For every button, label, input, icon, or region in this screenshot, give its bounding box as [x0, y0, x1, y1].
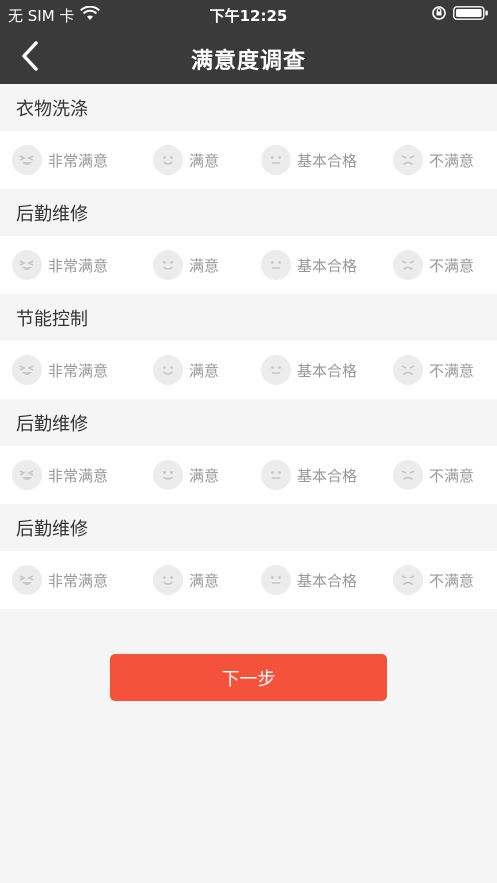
option-label: 基本合格: [297, 361, 358, 380]
option-basically-qualified[interactable]: 基本合格: [261, 551, 357, 609]
option-unsatisfied[interactable]: 不满意: [393, 551, 474, 609]
option-label: 满意: [189, 151, 220, 170]
option-label: 满意: [189, 571, 220, 590]
option-very-satisfied[interactable]: 非常满意: [12, 341, 108, 399]
survey-section: 后勤维修 非常满意 满意 基本合格 不满意: [0, 399, 497, 504]
option-unsatisfied[interactable]: 不满意: [393, 341, 474, 399]
smile-face-icon: [153, 355, 183, 385]
option-basically-qualified[interactable]: 基本合格: [261, 341, 357, 399]
rating-options-row: 非常满意 满意 基本合格 不满意: [0, 131, 497, 189]
nav-bar: 满意度调查: [0, 28, 497, 84]
option-label: 满意: [189, 466, 220, 485]
very-satisfied-face-icon: [12, 460, 42, 490]
section-title: 后勤维修: [0, 399, 497, 446]
option-very-satisfied[interactable]: 非常满意: [12, 551, 108, 609]
unhappy-face-icon: [393, 565, 423, 595]
option-label: 基本合格: [297, 571, 358, 590]
survey-section: 后勤维修 非常满意 满意 基本合格 不满意: [0, 504, 497, 609]
smile-face-icon: [153, 565, 183, 595]
smile-face-icon: [153, 250, 183, 280]
option-label: 不满意: [429, 151, 475, 170]
rating-options-row: 非常满意 满意 基本合格 不满意: [0, 446, 497, 504]
smile-face-icon: [153, 145, 183, 175]
battery-icon: [453, 5, 489, 25]
option-label: 非常满意: [48, 361, 109, 380]
neutral-face-icon: [261, 565, 291, 595]
status-bar: 无 SIM 卡 下午12:25: [0, 0, 497, 28]
option-label: 非常满意: [48, 256, 109, 275]
very-satisfied-face-icon: [12, 145, 42, 175]
option-satisfied[interactable]: 满意: [153, 236, 219, 294]
section-title: 后勤维修: [0, 189, 497, 236]
neutral-face-icon: [261, 145, 291, 175]
option-label: 基本合格: [297, 466, 358, 485]
option-label: 非常满意: [48, 571, 109, 590]
option-label: 非常满意: [48, 151, 109, 170]
option-basically-qualified[interactable]: 基本合格: [261, 131, 357, 189]
rotation-lock-icon: [431, 5, 447, 25]
option-satisfied[interactable]: 满意: [153, 446, 219, 504]
option-label: 不满意: [429, 571, 475, 590]
option-label: 不满意: [429, 361, 475, 380]
option-unsatisfied[interactable]: 不满意: [393, 446, 474, 504]
option-satisfied[interactable]: 满意: [153, 341, 219, 399]
section-title: 衣物洗涤: [0, 84, 497, 131]
option-label: 不满意: [429, 466, 475, 485]
option-satisfied[interactable]: 满意: [153, 131, 219, 189]
neutral-face-icon: [261, 355, 291, 385]
unhappy-face-icon: [393, 460, 423, 490]
neutral-face-icon: [261, 460, 291, 490]
very-satisfied-face-icon: [12, 355, 42, 385]
survey-section: 衣物洗涤 非常满意 满意 基本合格 不满意: [0, 84, 497, 189]
neutral-face-icon: [261, 250, 291, 280]
option-label: 基本合格: [297, 256, 358, 275]
smile-face-icon: [153, 460, 183, 490]
option-basically-qualified[interactable]: 基本合格: [261, 236, 357, 294]
rating-options-row: 非常满意 满意 基本合格 不满意: [0, 341, 497, 399]
option-label: 满意: [189, 361, 220, 380]
option-label: 基本合格: [297, 151, 358, 170]
option-label: 不满意: [429, 256, 475, 275]
section-title: 后勤维修: [0, 504, 497, 551]
status-time: 下午12:25: [209, 7, 288, 25]
survey-section: 后勤维修 非常满意 满意 基本合格 不满意: [0, 189, 497, 294]
option-unsatisfied[interactable]: 不满意: [393, 236, 474, 294]
next-step-button[interactable]: 下一步: [110, 654, 387, 701]
option-label: 非常满意: [48, 466, 109, 485]
very-satisfied-face-icon: [12, 250, 42, 280]
section-title: 节能控制: [0, 294, 497, 341]
rating-options-row: 非常满意 满意 基本合格 不满意: [0, 551, 497, 609]
survey-list: 衣物洗涤 非常满意 满意 基本合格 不满意 后勤维修 非常满意 满意 基本合格 …: [0, 84, 497, 609]
page-title: 满意度调查: [190, 49, 306, 74]
option-very-satisfied[interactable]: 非常满意: [12, 236, 108, 294]
unhappy-face-icon: [393, 145, 423, 175]
option-basically-qualified[interactable]: 基本合格: [261, 446, 357, 504]
option-unsatisfied[interactable]: 不满意: [393, 131, 474, 189]
unhappy-face-icon: [393, 355, 423, 385]
rating-options-row: 非常满意 满意 基本合格 不满意: [0, 236, 497, 294]
option-label: 满意: [189, 256, 220, 275]
very-satisfied-face-icon: [12, 565, 42, 595]
option-very-satisfied[interactable]: 非常满意: [12, 131, 108, 189]
option-satisfied[interactable]: 满意: [153, 551, 219, 609]
option-very-satisfied[interactable]: 非常满意: [12, 446, 108, 504]
survey-section: 节能控制 非常满意 满意 基本合格 不满意: [0, 294, 497, 399]
unhappy-face-icon: [393, 250, 423, 280]
